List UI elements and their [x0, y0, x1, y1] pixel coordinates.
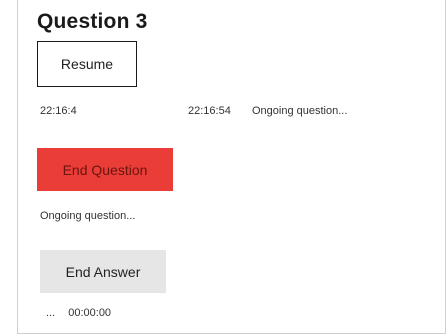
timer-prefix: ... — [46, 307, 56, 319]
timer-value: 00:00:00 — [68, 307, 112, 319]
end-question-button[interactable]: End Question — [37, 148, 173, 191]
resume-button[interactable]: Resume — [37, 41, 137, 87]
start-time: 22:16:4 — [40, 105, 77, 117]
end-answer-button[interactable]: End Answer — [40, 250, 166, 293]
status-text: Ongoing question... — [40, 210, 136, 222]
inline-status-text: Ongoing question... — [252, 105, 348, 117]
answer-timer: ... 00:00:00 — [46, 307, 111, 319]
question-title: Question 3 — [37, 10, 148, 33]
current-time: 22:16:54 — [188, 105, 231, 117]
